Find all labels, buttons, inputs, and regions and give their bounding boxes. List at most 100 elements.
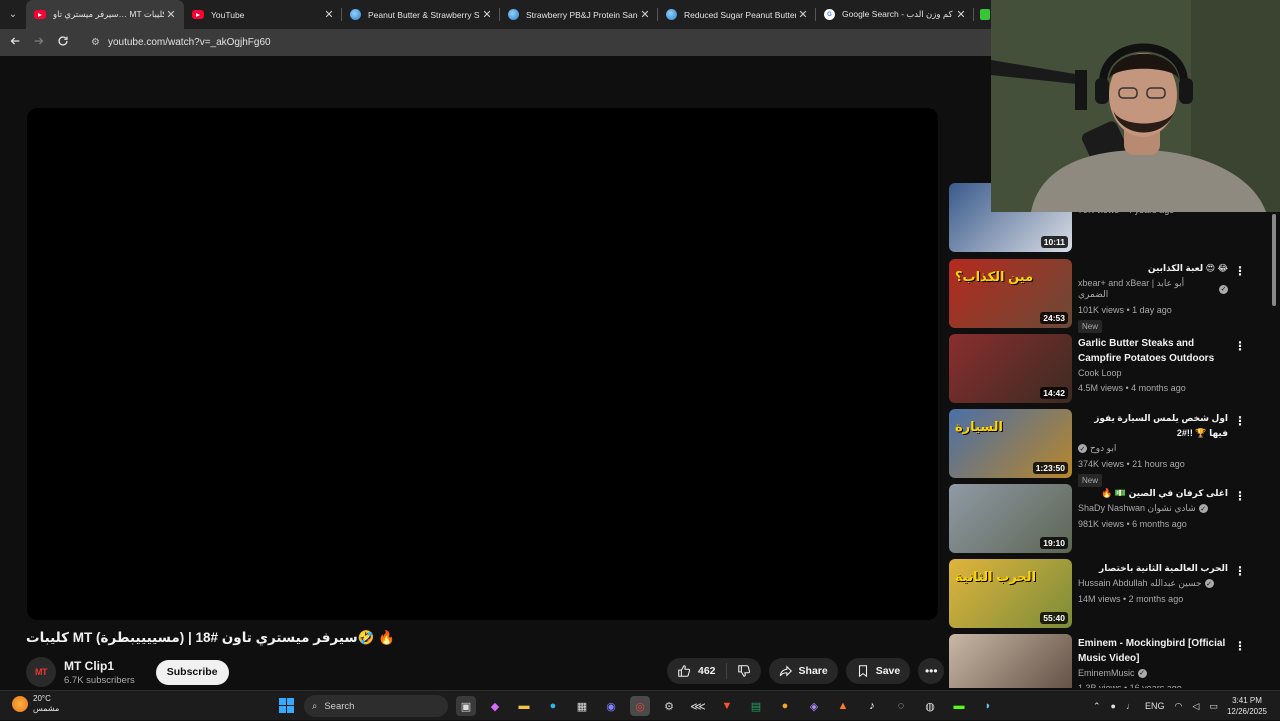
browser-tab[interactable]: Peanut Butter & Strawberry Spi ✕ [342, 0, 500, 29]
channel-owner-row: MT MT Clip1 6.7K subscribers Subscribe [26, 656, 229, 688]
site-info-icon[interactable]: ⚙ [91, 37, 100, 48]
chevron-up-icon[interactable]: ⌃ [1093, 701, 1101, 712]
settings-icon[interactable]: ⚙ [659, 696, 679, 716]
related-video-title[interactable]: اول شخص يلمس السيارة يفوز فيها 🏆 !!#2 [1078, 411, 1228, 441]
browser-tab[interactable]: G Google Search - كم وزن الدب ✕ [816, 0, 974, 29]
related-video-item[interactable]: 14:42 Garlic Butter Steaks and Campfire P… [949, 334, 1269, 404]
video-thumbnail[interactable] [949, 634, 1072, 688]
extra-tab-favicon[interactable] [980, 9, 990, 20]
related-channel-row: ابو دوح ✓ [1078, 443, 1228, 454]
related-video-item[interactable]: السيارة 1:23:50 اول شخص يلمس السيارة يفوز … [949, 409, 1269, 487]
brave-icon[interactable]: ▼ [717, 696, 737, 716]
tab-search-button[interactable]: ⌄ [0, 0, 26, 29]
related-video-stats: 1.3B views • 16 years ago [1078, 683, 1182, 688]
back-button[interactable] [3, 34, 27, 51]
more-vertical-icon[interactable]: ⋮ [1234, 565, 1246, 577]
more-vertical-icon[interactable]: ⋮ [1234, 340, 1246, 352]
share-button[interactable]: Share [768, 658, 838, 684]
video-thumbnail[interactable]: مين الكذاب؟ 24:53 [949, 259, 1072, 328]
save-button[interactable]: Save [845, 658, 911, 684]
related-video-item[interactable]: الحرب الثانية 55:40 الحرب العالمية الثانية… [949, 559, 1269, 629]
related-channel-name[interactable]: xbear+ and xBear | أبو عابد الضمري [1078, 278, 1216, 300]
verified-check-icon: ✓ [1078, 444, 1087, 453]
related-video-item[interactable]: 19:10 اغلى كرفان في الصين 💵 🔥 ShaDy Nashwa… [949, 484, 1269, 554]
related-video-title[interactable]: الحرب العالمية الثانية باختصار [1078, 561, 1228, 576]
related-channel-name[interactable]: Hussain Abdullah حسين عبدالله [1078, 578, 1202, 589]
address-bar[interactable]: ⚙ youtube.com/watch?v=_akOgjhFg60 [83, 32, 978, 54]
related-channel-name[interactable]: Cook Loop [1078, 368, 1122, 378]
related-channel-name[interactable]: ابو دوح [1090, 443, 1116, 454]
browser-tab[interactable]: YouTube ✕ [184, 0, 342, 29]
video-thumbnail[interactable]: السيارة 1:23:50 [949, 409, 1072, 478]
related-video-stats: 981K views • 6 months ago [1078, 519, 1187, 529]
notification-app-icon[interactable]: ● [775, 696, 795, 716]
game-app-icon[interactable]: ◈ [804, 696, 824, 716]
browser-tab[interactable]: Reduced Sugar Peanut Butter & ✕ [658, 0, 816, 29]
channel-name[interactable]: MT Clip1 [64, 659, 135, 673]
media-app-icon[interactable]: ▲ [833, 696, 853, 716]
taskbar-search[interactable]: ⌕ Search [304, 695, 448, 717]
task-view-icon[interactable]: ▣ [456, 696, 476, 716]
forward-button[interactable] [27, 34, 51, 51]
close-tab-icon[interactable]: ✕ [480, 8, 494, 21]
subscriber-count: 6.7K subscribers [64, 674, 135, 686]
close-tab-icon[interactable]: ✕ [164, 8, 178, 21]
weather-widget[interactable]: 20°C مشمس [12, 694, 59, 714]
related-channel-name[interactable]: ShaDy Nashwan شادي نشوان [1078, 503, 1196, 514]
browser-tab[interactable]: سيرفر ميستري تاو… MT كليبات✕ [26, 0, 184, 29]
edge-icon[interactable]: ● [543, 696, 563, 716]
channel-avatar[interactable]: MT [26, 657, 56, 687]
scrollbar-thumb[interactable] [1272, 214, 1276, 306]
excel-icon[interactable]: ▤ [746, 696, 766, 716]
wifi-icon[interactable]: ◠ [1175, 701, 1183, 712]
steam-icon[interactable]: ◗ [978, 696, 998, 716]
store-icon[interactable]: ▦ [572, 696, 592, 716]
close-tab-icon[interactable]: ✕ [638, 8, 652, 21]
more-vertical-icon[interactable]: ⋮ [1234, 265, 1246, 277]
battery-icon[interactable]: ▭ [1209, 701, 1218, 712]
related-video-info: الحرب العالمية الثانية باختصار Hussain Ab… [1078, 561, 1228, 604]
kick-icon[interactable]: ▬ [949, 696, 969, 716]
related-channel-name[interactable]: EminemMusic [1078, 668, 1135, 678]
related-channel-row: Hussain Abdullah حسين عبدالله ✓ [1078, 578, 1228, 589]
chrome-icon[interactable]: ◎ [630, 696, 650, 716]
more-vertical-icon[interactable]: ⋮ [1234, 490, 1246, 502]
copilot-icon[interactable]: ◆ [485, 696, 505, 716]
volume-icon[interactable]: ◁ [1192, 701, 1199, 712]
more-vertical-icon[interactable]: ⋮ [1234, 415, 1246, 427]
video-thumbnail[interactable]: 19:10 [949, 484, 1072, 553]
verified-check-icon: ✓ [1204, 579, 1214, 588]
browser-tab[interactable]: Strawberry PB&J Protein Sandw ✕ [500, 0, 658, 29]
related-video-title[interactable]: اغلى كرفان في الصين 💵 🔥 [1078, 486, 1228, 501]
github-icon[interactable]: ◍ [920, 696, 940, 716]
video-player[interactable] [27, 108, 938, 620]
video-thumbnail[interactable]: الحرب الثانية 55:40 [949, 559, 1072, 628]
microphone-icon[interactable]: ♩ [1126, 701, 1135, 711]
taskbar-clock[interactable]: 3:41 PM 12/26/2025 [1224, 695, 1270, 717]
related-video-item[interactable]: مين الكذاب؟ 24:53 😂 😍 لعبة الكذابين xbear+ … [949, 259, 1269, 333]
dislike-button[interactable] [727, 658, 761, 684]
reload-button[interactable] [51, 34, 75, 51]
discord-icon[interactable]: ◉ [601, 696, 621, 716]
related-video-stats: 14M views • 2 months ago [1078, 594, 1184, 604]
network-app-icon[interactable]: ● [1111, 701, 1116, 711]
file-explorer-icon[interactable]: ▬ [514, 696, 534, 716]
close-tab-icon[interactable]: ✕ [322, 8, 336, 21]
subscribe-button[interactable]: Subscribe [155, 659, 229, 685]
tiktok-icon[interactable]: ♪ [862, 696, 882, 716]
app-icon[interactable]: ⋘ [688, 696, 708, 716]
language-indicator[interactable]: ENG [1145, 701, 1165, 711]
more-vertical-icon[interactable]: ⋮ [1234, 640, 1246, 652]
like-button[interactable]: 462 [667, 658, 726, 684]
close-tab-icon[interactable]: ✕ [796, 8, 810, 21]
related-video-title[interactable]: Eminem - Mockingbird [Official Music Vid… [1078, 636, 1228, 666]
related-video-title[interactable]: 😂 😍 لعبة الكذابين [1078, 261, 1228, 276]
more-actions-button[interactable]: ••• [918, 658, 945, 684]
obs-icon[interactable]: ◌ [891, 696, 911, 716]
video-thumbnail[interactable]: 14:42 [949, 334, 1072, 403]
windows-start-icon[interactable] [279, 698, 294, 713]
close-tab-icon[interactable]: ✕ [954, 8, 968, 21]
related-video-item[interactable]: Eminem - Mockingbird [Official Music Vid… [949, 634, 1269, 688]
related-video-title[interactable]: Garlic Butter Steaks and Campfire Potato… [1078, 336, 1228, 366]
thumbnail-caption: مين الكذاب؟ [955, 269, 1034, 284]
